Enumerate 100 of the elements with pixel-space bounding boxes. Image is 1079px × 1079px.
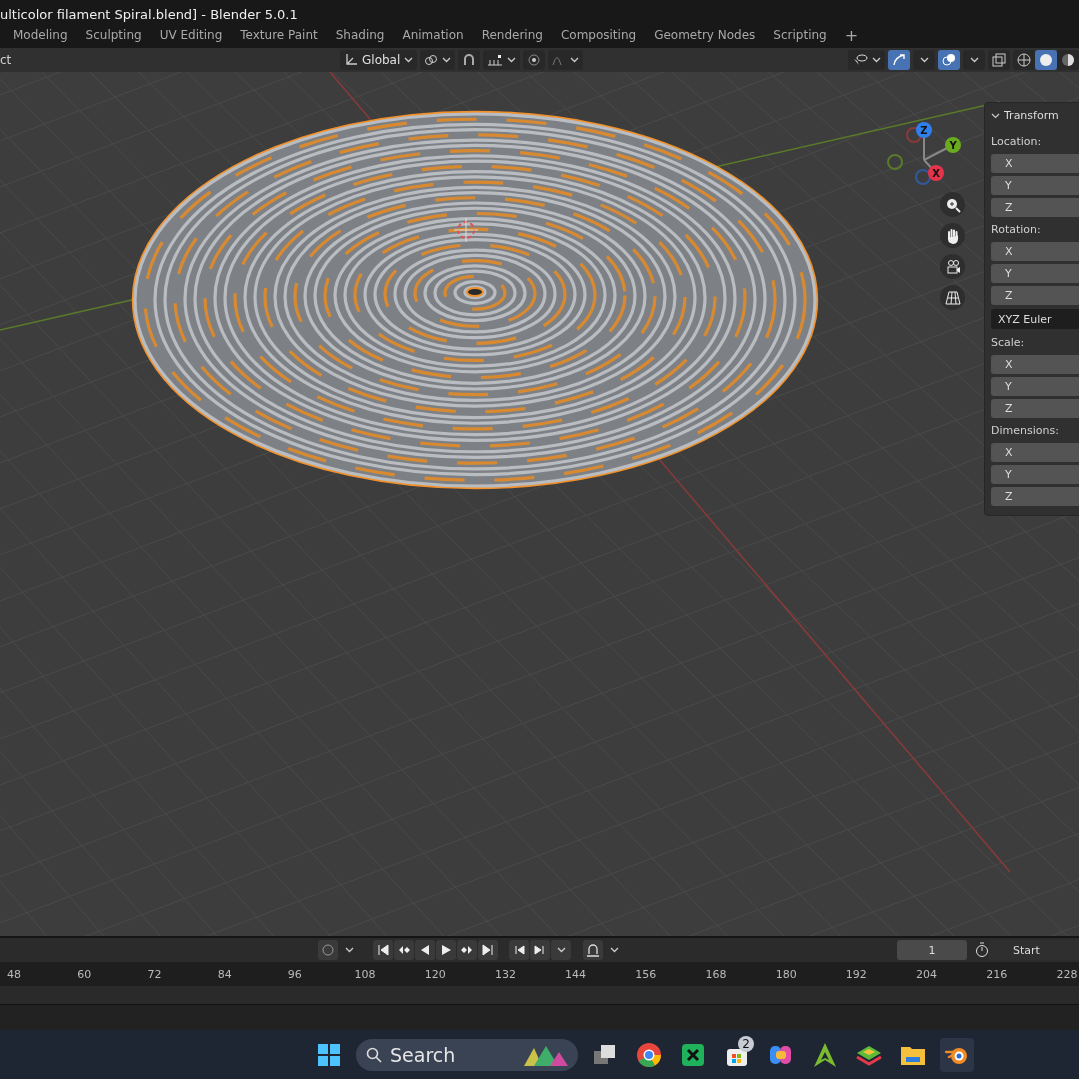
value-field[interactable]: Y bbox=[991, 176, 1079, 195]
current-frame-field[interactable]: 1 bbox=[897, 940, 967, 960]
workspace-tab[interactable]: Rendering bbox=[472, 24, 552, 46]
chrome-logo-icon bbox=[636, 1041, 662, 1068]
chevron-down-icon bbox=[872, 57, 881, 63]
workspace-tab[interactable]: Shading bbox=[326, 24, 394, 46]
dot-circle-icon bbox=[528, 54, 541, 66]
step-back-button[interactable] bbox=[509, 940, 529, 960]
grid-icon bbox=[944, 289, 961, 306]
camera-view-button[interactable] bbox=[940, 254, 965, 279]
keying-button[interactable] bbox=[318, 940, 338, 960]
frame-number: 132 bbox=[493, 967, 517, 981]
playback-button[interactable] bbox=[478, 940, 498, 960]
spreadsheet-x-icon bbox=[681, 1042, 705, 1067]
letter-a-arrow-icon bbox=[813, 1041, 837, 1068]
frame-number: 180 bbox=[774, 967, 798, 981]
add-workspace-button[interactable]: + bbox=[835, 24, 868, 46]
auto-keying-button[interactable] bbox=[583, 940, 603, 960]
workspace-tab[interactable]: UV Editing bbox=[150, 24, 232, 46]
frame-number: 84 bbox=[216, 967, 233, 981]
chevron-down-icon bbox=[442, 57, 452, 63]
chevron-down-icon bbox=[507, 57, 517, 63]
workspace-tab[interactable]: Compositing bbox=[551, 24, 646, 46]
frame-number: 228 bbox=[1055, 967, 1079, 981]
value-field[interactable]: Y bbox=[991, 377, 1079, 396]
frame-number: 204 bbox=[915, 967, 939, 981]
falloff-dropdown[interactable] bbox=[548, 50, 584, 70]
orientation-dropdown[interactable]: Global bbox=[340, 50, 418, 70]
value-field[interactable]: Z bbox=[991, 487, 1079, 506]
shading-mode-button[interactable] bbox=[1057, 50, 1079, 70]
projection-button[interactable] bbox=[940, 285, 965, 310]
playback-button[interactable] bbox=[415, 940, 435, 960]
step-back-icon bbox=[513, 944, 525, 956]
step-forward-button[interactable] bbox=[530, 940, 550, 960]
value-field[interactable]: Z bbox=[991, 198, 1079, 217]
3d-cursor-icon bbox=[453, 217, 479, 243]
playback-button[interactable] bbox=[436, 940, 456, 960]
overlay-dropdown[interactable] bbox=[963, 50, 985, 70]
value-field[interactable]: Y bbox=[991, 465, 1079, 484]
rotation-mode-dropdown[interactable]: XYZ Euler bbox=[991, 309, 1079, 329]
gizmo-arrow-icon bbox=[892, 53, 906, 67]
jump-start-icon bbox=[377, 944, 389, 956]
taskbar-app-button[interactable]: 2 bbox=[720, 1037, 754, 1072]
value-field[interactable]: X bbox=[991, 154, 1079, 173]
frame-number: 156 bbox=[634, 967, 658, 981]
playback-button[interactable] bbox=[457, 940, 477, 960]
frame-number: 96 bbox=[286, 967, 303, 981]
playback-button[interactable] bbox=[373, 940, 393, 960]
taskbar-app-button[interactable] bbox=[940, 1037, 974, 1072]
shading-mode-button[interactable] bbox=[1035, 50, 1057, 70]
magnet-icon bbox=[462, 53, 477, 67]
frame-number: 120 bbox=[423, 967, 447, 981]
wireframe-sphere-icon bbox=[1017, 53, 1031, 67]
zoom-button[interactable] bbox=[940, 192, 965, 217]
zoom-in-icon bbox=[944, 196, 961, 213]
workspace-tab[interactable]: Animation bbox=[393, 24, 473, 46]
playback-button[interactable] bbox=[394, 940, 414, 960]
play-icon bbox=[440, 944, 452, 956]
next-keyframe-icon bbox=[461, 944, 473, 956]
solid-sphere-icon bbox=[1039, 53, 1053, 67]
value-field[interactable]: X bbox=[991, 443, 1079, 462]
value-field[interactable]: Z bbox=[991, 286, 1079, 305]
overlay-toggle[interactable] bbox=[938, 50, 960, 70]
stacked-windows-icon bbox=[593, 1043, 617, 1066]
value-field[interactable]: Y bbox=[991, 264, 1079, 283]
overlapping-circles-icon bbox=[942, 53, 956, 67]
proportional-edit-toggle[interactable] bbox=[523, 50, 546, 70]
value-field[interactable]: Z bbox=[991, 399, 1079, 418]
visibility-dropdown[interactable] bbox=[848, 50, 885, 70]
workspace-tab[interactable]: Sculpting bbox=[76, 24, 151, 46]
pan-button[interactable] bbox=[940, 223, 965, 248]
xray-icon bbox=[992, 53, 1006, 67]
snap-target-dropdown[interactable] bbox=[483, 50, 521, 70]
windows-logo-icon bbox=[317, 1042, 341, 1067]
xray-toggle[interactable] bbox=[988, 50, 1010, 70]
value-field[interactable]: X bbox=[991, 242, 1079, 261]
section-label: Rotation: bbox=[991, 222, 1042, 238]
link-icon bbox=[424, 54, 439, 66]
start-frame-field[interactable]: Start bbox=[989, 940, 1079, 960]
frame-number: 60 bbox=[76, 967, 93, 981]
workspace-tab[interactable]: Modeling bbox=[4, 24, 77, 46]
workspace-tab[interactable]: Geometry Nodes bbox=[645, 24, 765, 46]
snap-toggle[interactable] bbox=[458, 50, 481, 70]
shading-mode-button[interactable] bbox=[1013, 50, 1035, 70]
panel-header[interactable]: Transform bbox=[991, 109, 1079, 130]
frame-number: 168 bbox=[704, 967, 728, 981]
gizmo-dropdown[interactable] bbox=[913, 50, 935, 70]
chevron-down-icon bbox=[404, 57, 414, 63]
frame-number: 144 bbox=[564, 967, 588, 981]
window-title: ulticolor filament Spiral.blend] - Blender 5.0.1 bbox=[0, 7, 298, 22]
workspace-tab[interactable]: Scripting bbox=[764, 24, 836, 46]
workspace-tab[interactable]: Texture Paint bbox=[231, 24, 327, 46]
frame-number: 216 bbox=[985, 967, 1009, 981]
pivot-dropdown[interactable] bbox=[420, 50, 456, 70]
frame-number: 108 bbox=[353, 967, 377, 981]
jump-end-icon bbox=[482, 944, 494, 956]
search-field[interactable]: Search bbox=[356, 1038, 578, 1071]
gizmo-toggle[interactable] bbox=[888, 50, 910, 70]
header-text: ct bbox=[0, 53, 13, 67]
value-field[interactable]: X bbox=[991, 355, 1079, 374]
